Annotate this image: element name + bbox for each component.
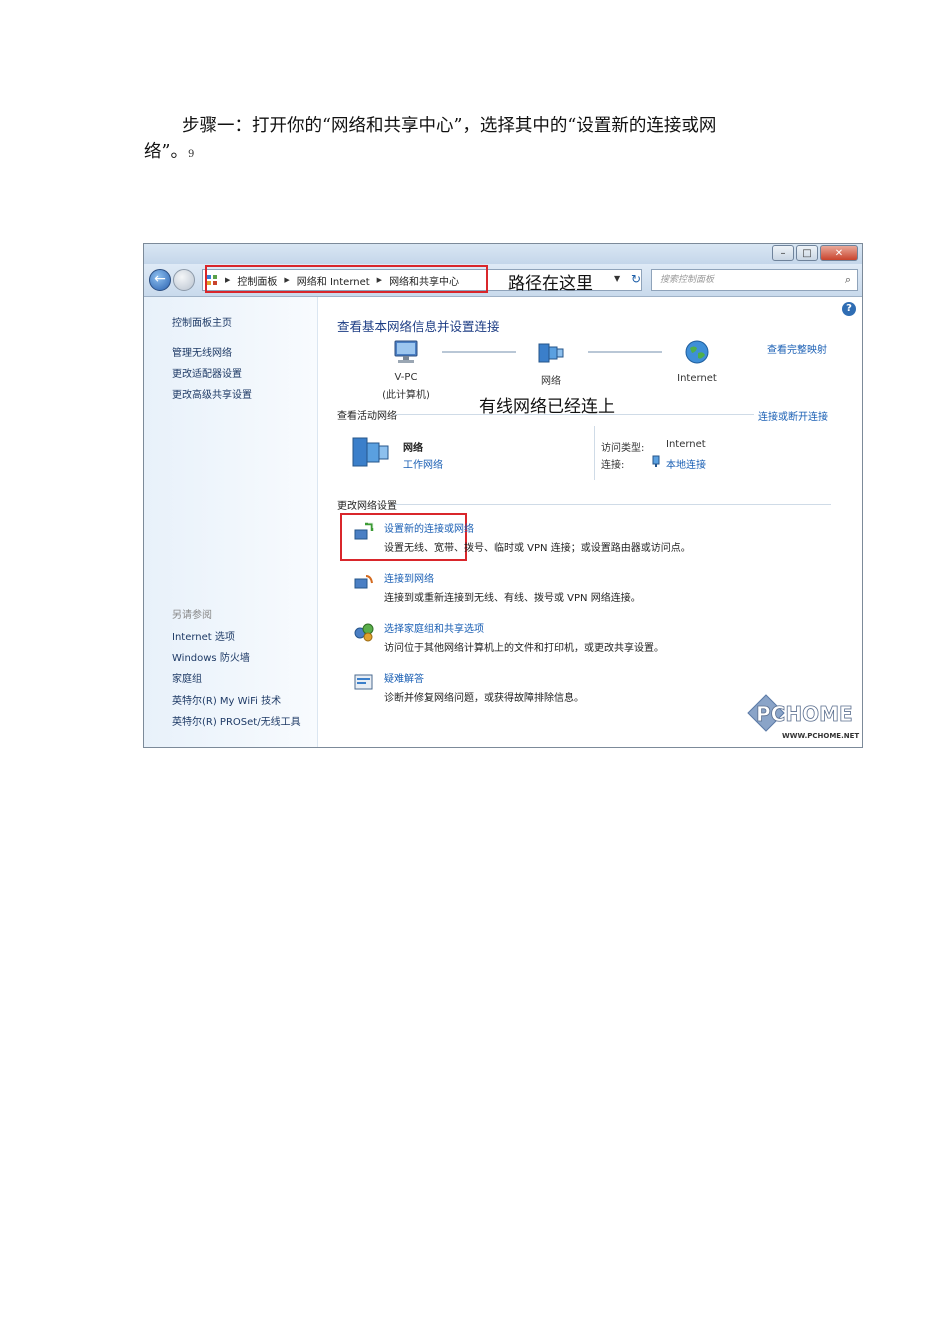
new-connection-icon: [354, 522, 374, 540]
map-connection-line: [588, 351, 662, 353]
map-node-network-label: 网络: [541, 376, 561, 387]
change-settings-title: 更改网络设置: [337, 501, 397, 512]
connection-label: 连接:: [601, 460, 625, 471]
task-homegroup-desc: 访问位于其他网络计算机上的文件和打印机，或更改共享设置。: [384, 643, 664, 654]
footnote-marker: 9: [187, 149, 195, 160]
local-connection-link[interactable]: 本地连接: [666, 456, 706, 471]
maximize-button[interactable]: □: [796, 245, 818, 261]
navigation-bar: ← ▶ 控制面板 ▶ 网络和 Internet ▶ 网络和共享中心 路径在这里 …: [144, 264, 862, 297]
task-new-connection-desc: 设置无线、宽带、拨号、临时或 VPN 连接；或设置路由器或访问点。: [384, 543, 691, 554]
path-highlight-box: [205, 265, 488, 293]
refresh-icon[interactable]: ↻: [627, 269, 645, 289]
back-button[interactable]: ←: [149, 269, 171, 291]
view-full-map-link[interactable]: 查看完整映射: [767, 341, 827, 356]
task-connect-network-link[interactable]: 连接到网络: [384, 570, 434, 585]
map-node-computer-label: V-PC: [394, 372, 418, 383]
sidebar-item-manage-wireless[interactable]: 管理无线网络: [172, 344, 232, 359]
sidebar: 控制面板主页 管理无线网络 更改适配器设置 更改高级共享设置 另请参阅 Inte…: [144, 297, 318, 747]
connect-disconnect-link[interactable]: 连接或断开连接: [758, 408, 828, 423]
search-input[interactable]: 搜索控制面板 ⌕: [651, 269, 858, 291]
access-type-label: 访问类型:: [601, 443, 645, 454]
window-titlebar: – □ ✕: [144, 244, 862, 264]
task-homegroup-link[interactable]: 选择家庭组和共享选项: [384, 620, 484, 635]
map-node-computer-sub: (此计算机): [382, 390, 430, 401]
watermark-logo-text: PCHOME: [756, 702, 853, 726]
network-sharing-center-screenshot: – □ ✕ ← ▶ 控制面板 ▶ 网络和 Internet ▶ 网络和共享中心 …: [143, 243, 863, 748]
section-divider: [394, 504, 831, 505]
minimize-button[interactable]: –: [772, 245, 794, 261]
access-type-value: Internet: [666, 439, 706, 450]
page-title: 查看基本网络信息并设置连接: [337, 319, 500, 334]
close-button[interactable]: ✕: [820, 245, 858, 261]
homegroup-icon: [354, 623, 374, 642]
map-connection-line: [442, 351, 516, 353]
forward-button[interactable]: [173, 269, 195, 291]
watermark-url: WWW.PCHOME.NET: [782, 732, 859, 740]
task-connect-network-desc: 连接到或重新连接到无线、有线、拨号或 VPN 网络连接。: [384, 593, 641, 604]
task-troubleshoot-desc: 诊断并修复网络问题，或获得故障排除信息。: [384, 693, 584, 704]
see-also-title: 另请参阅: [172, 610, 212, 621]
sidebar-item-firewall[interactable]: Windows 防火墙: [172, 649, 250, 664]
section-divider: [394, 414, 754, 415]
sidebar-item-my-wifi[interactable]: 英特尔(R) My WiFi 技术: [172, 692, 281, 707]
search-icon[interactable]: ⌕: [845, 270, 851, 290]
sidebar-item-home[interactable]: 控制面板主页: [172, 314, 232, 329]
map-node-internet-label: Internet: [677, 373, 717, 384]
path-annotation: 路径在这里: [508, 274, 593, 294]
instruction-paragraph: 步骤一：打开你的“网络和共享中心”，选择其中的“设置新的连接或网 络”。9: [144, 113, 824, 168]
troubleshoot-icon: [354, 674, 373, 690]
vertical-divider: [594, 426, 595, 480]
search-placeholder: 搜索控制面板: [660, 275, 715, 285]
sidebar-item-adapter-settings[interactable]: 更改适配器设置: [172, 365, 242, 380]
connect-network-icon: [354, 575, 373, 589]
network-icon: [538, 343, 564, 363]
sidebar-item-proset[interactable]: 英特尔(R) PROSet/无线工具: [172, 713, 301, 728]
instruction-line-2: 络”。9: [144, 139, 824, 168]
task-new-connection-link[interactable]: 设置新的连接或网络: [384, 520, 474, 535]
dropdown-arrow-icon[interactable]: ▼: [614, 274, 620, 283]
local-connection-icon: [652, 455, 660, 467]
sidebar-item-advanced-sharing[interactable]: 更改高级共享设置: [172, 386, 252, 401]
sidebar-item-homegroup[interactable]: 家庭组: [172, 670, 202, 685]
active-network-icon: [352, 437, 389, 467]
network-type-link[interactable]: 工作网络: [403, 456, 443, 471]
active-networks-title: 查看活动网络: [337, 411, 397, 422]
pchome-watermark: PCHOME WWW.PCHOME.NET: [744, 691, 860, 743]
instruction-line-1: 步骤一：打开你的“网络和共享中心”，选择其中的“设置新的连接或网: [182, 116, 717, 136]
internet-globe-icon: [685, 340, 709, 364]
help-icon[interactable]: ?: [842, 302, 856, 316]
pchome-logo-icon: PCHOME WWW.PCHOME.NET: [747, 694, 859, 740]
network-name: 网络: [403, 443, 423, 454]
instruction-line-2-text: 络”。: [144, 142, 188, 162]
sidebar-item-internet-options[interactable]: Internet 选项: [172, 628, 235, 643]
task-troubleshoot-link[interactable]: 疑难解答: [384, 670, 424, 685]
computer-icon: [394, 340, 418, 363]
